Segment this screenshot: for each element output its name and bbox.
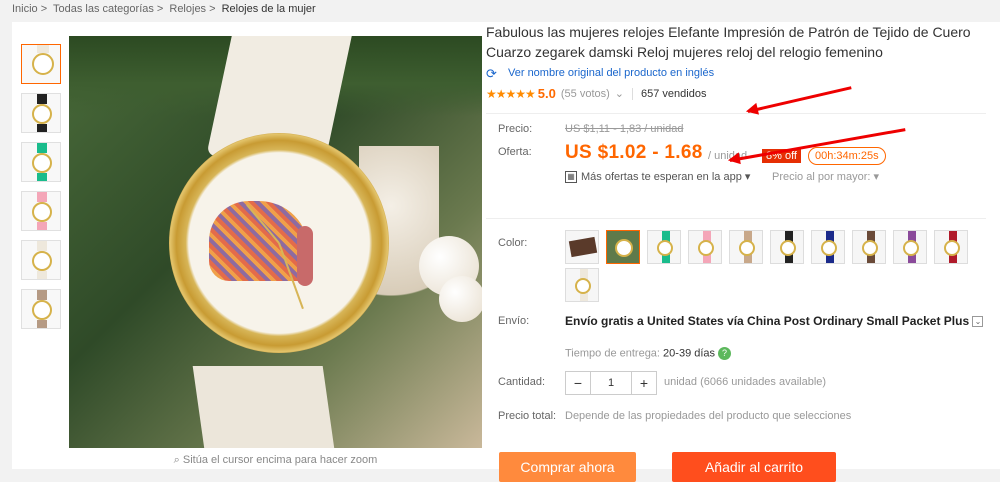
original-name-link[interactable]: ⟳ Ver nombre original del producto en ing… bbox=[486, 66, 714, 81]
zoom-tip: ⌕ Sitúa el cursor encima para hacer zoom bbox=[69, 454, 482, 467]
color-swatch-9[interactable] bbox=[893, 230, 927, 264]
color-swatch-7[interactable] bbox=[811, 230, 845, 264]
thumbnail-4[interactable] bbox=[21, 191, 61, 231]
color-swatch-3[interactable] bbox=[647, 230, 681, 264]
increment-button[interactable]: + bbox=[632, 372, 656, 394]
main-product-image[interactable] bbox=[69, 36, 482, 448]
votes-link[interactable]: (55 votos) bbox=[561, 88, 610, 100]
quantity-label: Cantidad: bbox=[498, 376, 546, 388]
available-units: unidad (6066 unidades available) bbox=[664, 376, 827, 388]
buy-now-button[interactable]: Comprar ahora bbox=[499, 452, 636, 482]
app-offers-chevron-icon: ▾ bbox=[744, 171, 751, 183]
star-rating-icon: ★★★★★ bbox=[486, 86, 536, 101]
rating-row: ★★★★★ 5.0 (55 votos) ⌄ 657 vendidos bbox=[486, 86, 706, 101]
translate-icon: ⟳ bbox=[486, 66, 497, 81]
decrement-button[interactable]: − bbox=[566, 372, 590, 394]
offer-label: Oferta: bbox=[498, 146, 532, 158]
color-swatch-2[interactable] bbox=[606, 230, 640, 264]
color-selector: Color: bbox=[486, 218, 986, 302]
thumbnail-5[interactable] bbox=[21, 240, 61, 280]
wholesale-price-link[interactable]: Precio al por mayor: ▾ bbox=[772, 170, 879, 183]
breadcrumb-home[interactable]: Inicio bbox=[12, 3, 38, 15]
shipping-method[interactable]: Envío gratis a United States vía China P… bbox=[565, 313, 985, 329]
color-label: Color: bbox=[498, 237, 528, 249]
qr-code-icon: ▦ bbox=[565, 171, 577, 184]
thumbnail-1[interactable] bbox=[21, 44, 61, 84]
color-swatch-6[interactable] bbox=[770, 230, 804, 264]
thumbnail-list bbox=[21, 44, 63, 338]
color-swatch-1[interactable] bbox=[565, 230, 599, 264]
total-label: Precio total: bbox=[498, 410, 557, 422]
app-offers-link[interactable]: ▦ Más ofertas te esperan en la app ▾ bbox=[565, 170, 751, 184]
delivery-time: Tiempo de entrega: 20-39 días? bbox=[565, 347, 732, 360]
total-info: Depende de las propiedades del producto … bbox=[565, 410, 852, 422]
breadcrumb-watches[interactable]: Relojes bbox=[169, 3, 206, 15]
offer-price: US $1.02 - 1.68 bbox=[565, 142, 703, 163]
color-swatch-11[interactable] bbox=[565, 268, 599, 302]
delivery-days: 20-39 días bbox=[663, 347, 716, 360]
product-title: Fabulous las mujeres relojes Elefante Im… bbox=[486, 24, 971, 60]
zoom-tip-text: Sitúa el cursor encima para hacer zoom bbox=[182, 454, 378, 466]
sold-count: 657 vendidos bbox=[641, 87, 707, 100]
breadcrumb: Inicio > Todas las categorías > Relojes > R… bbox=[12, 3, 316, 15]
color-swatch-5[interactable] bbox=[729, 230, 763, 264]
color-swatch-4[interactable] bbox=[688, 230, 722, 264]
breadcrumb-all-categories[interactable]: Todas las categorías bbox=[53, 3, 154, 15]
breadcrumb-womens-watches: Relojes de la mujer bbox=[221, 3, 316, 15]
chevron-down-icon[interactable]: ⌄ bbox=[972, 316, 984, 328]
thumbnail-3[interactable] bbox=[21, 142, 61, 182]
shipping-label: Envío: bbox=[498, 315, 530, 327]
color-swatch-8[interactable] bbox=[852, 230, 886, 264]
zoom-icon: ⌕ bbox=[173, 454, 180, 466]
quantity-stepper: − 1 + bbox=[565, 371, 657, 395]
thumbnail-2[interactable] bbox=[21, 93, 61, 133]
divider bbox=[632, 87, 634, 100]
color-swatch-10[interactable] bbox=[934, 230, 968, 264]
old-price: US $1,11 - 1,83 / unidad bbox=[565, 123, 684, 135]
rating-score: 5.0 bbox=[537, 86, 556, 101]
quantity-input[interactable]: 1 bbox=[590, 372, 632, 394]
countdown-timer: 00h:34m:25s bbox=[808, 147, 886, 165]
votes-chevron-icon[interactable]: ⌄ bbox=[615, 87, 624, 100]
wholesale-chevron-icon: ▾ bbox=[873, 171, 880, 183]
thumbnail-6[interactable] bbox=[21, 289, 61, 329]
help-icon[interactable]: ? bbox=[718, 347, 732, 360]
add-to-cart-button[interactable]: Añadir al carrito bbox=[672, 452, 836, 482]
price-label: Precio: bbox=[498, 123, 533, 135]
